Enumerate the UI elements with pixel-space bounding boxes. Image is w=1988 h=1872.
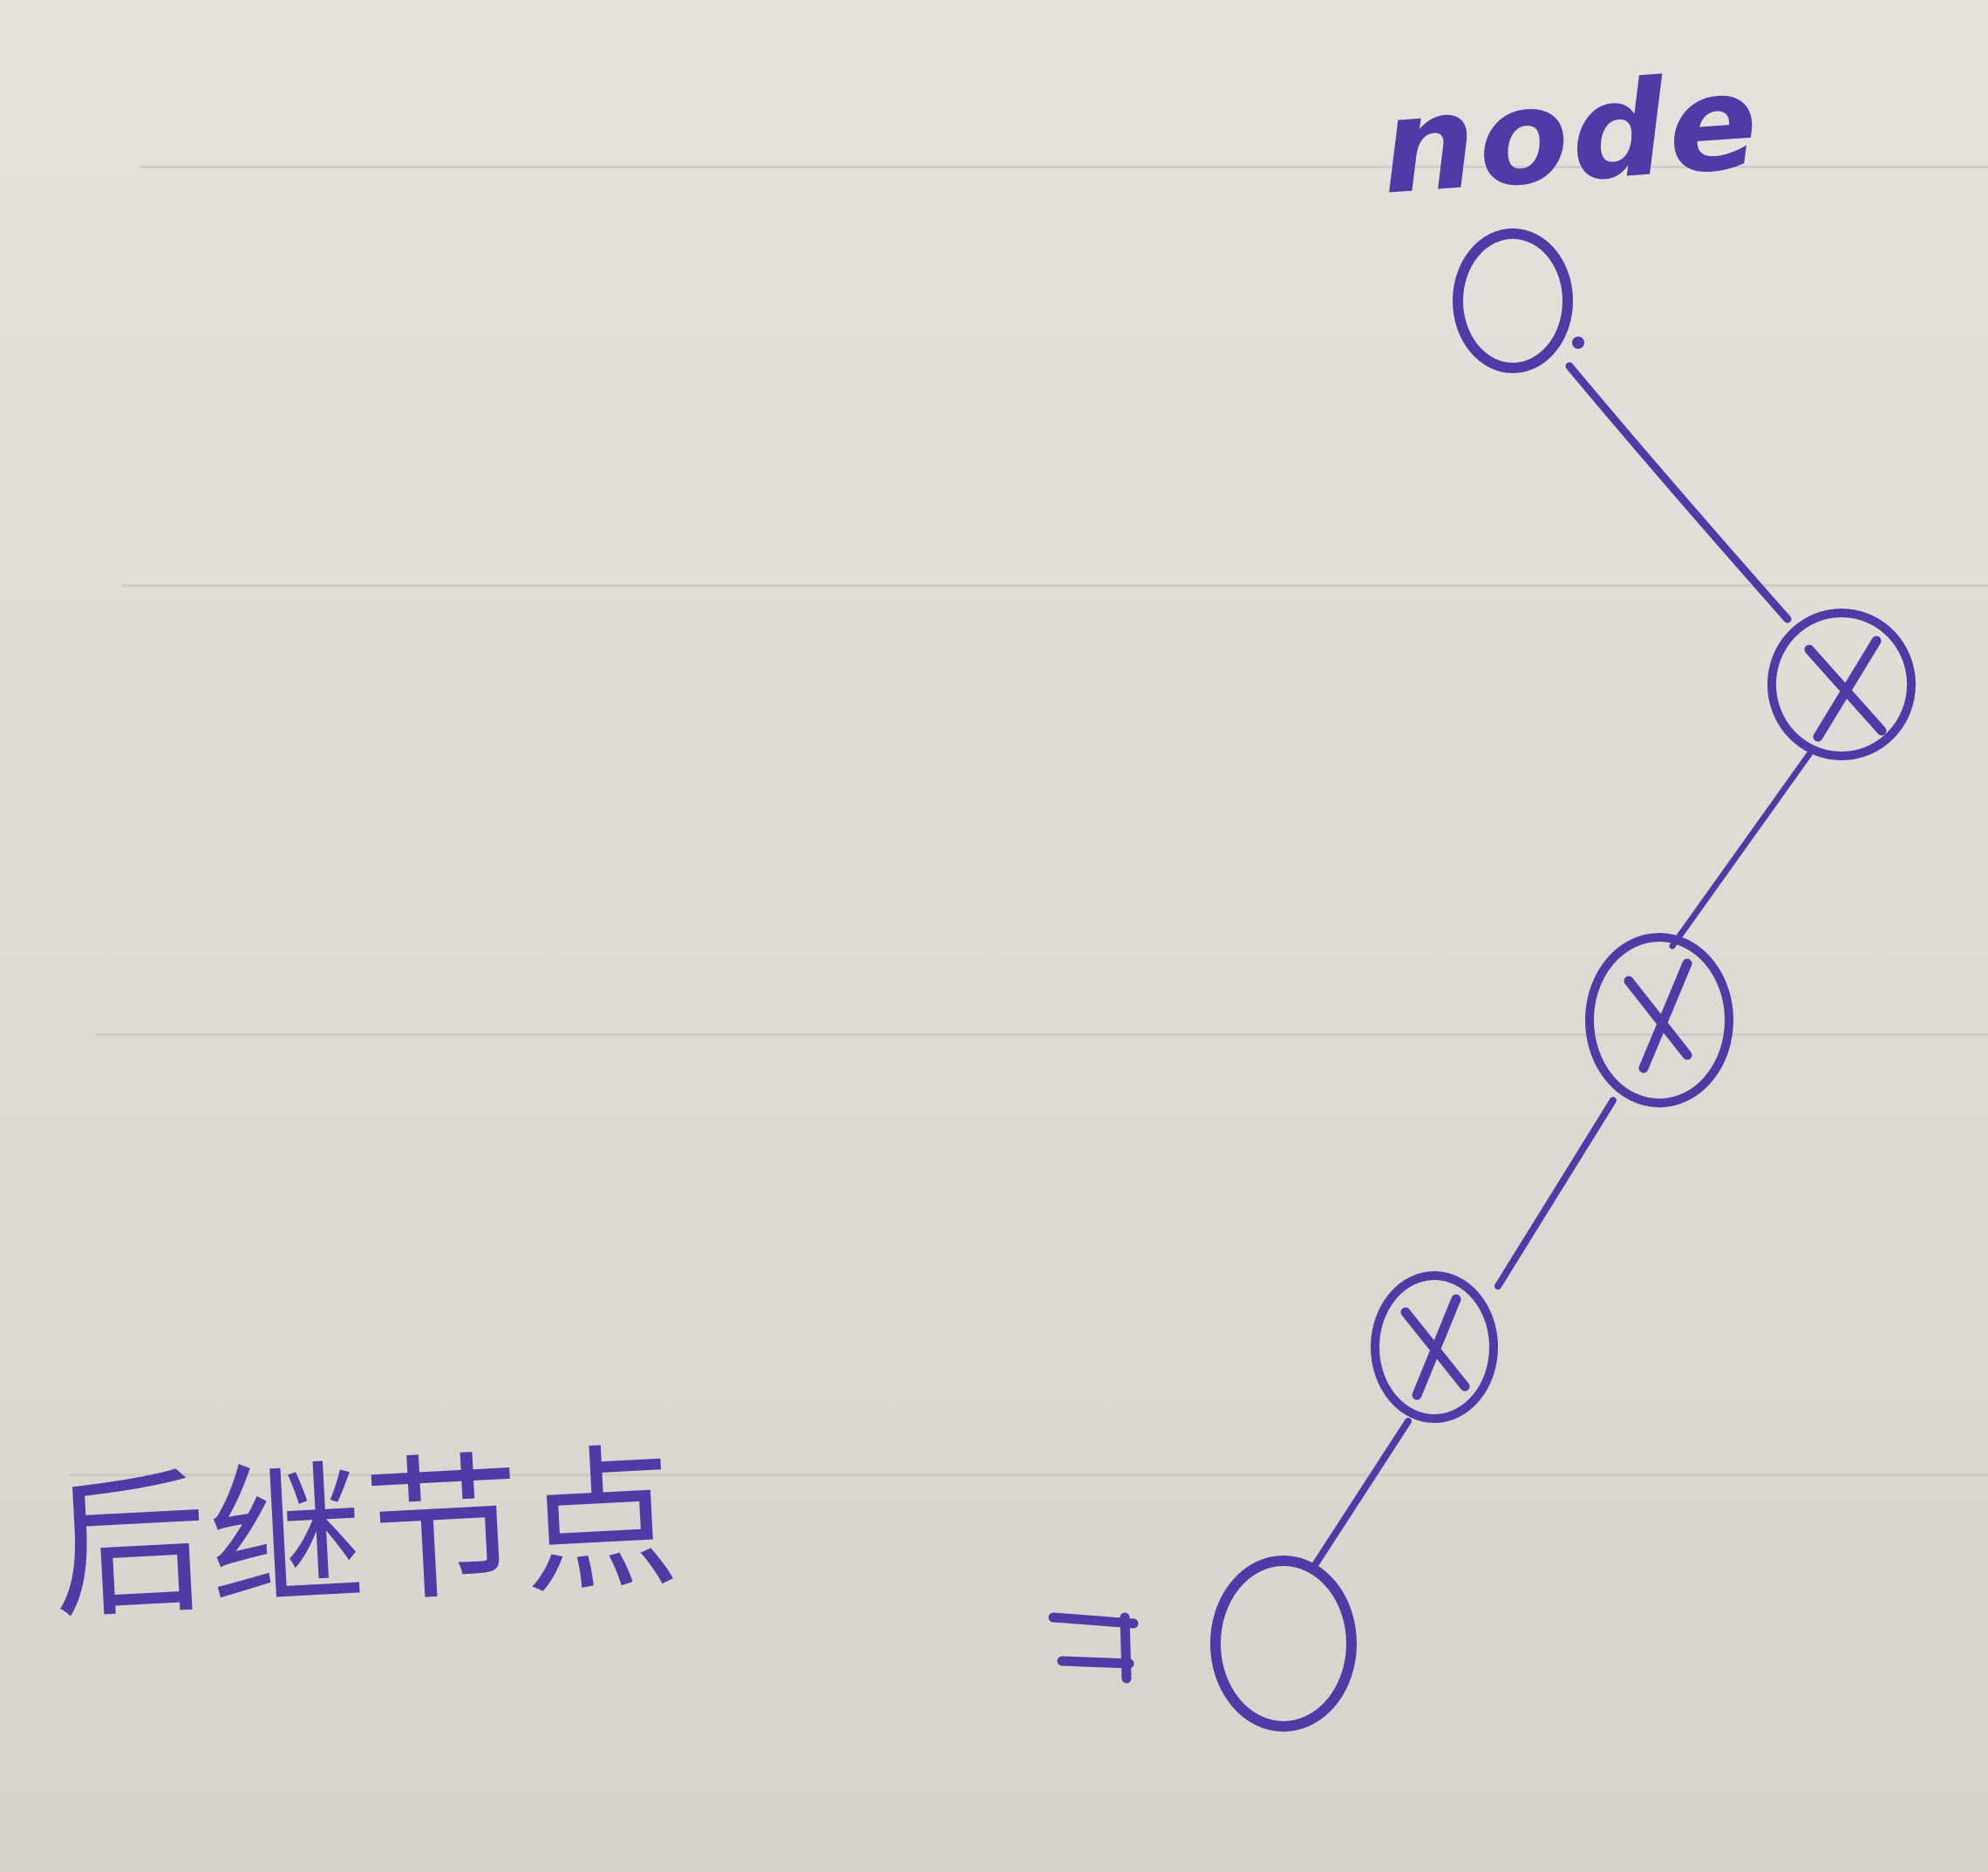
x-mark-icon (1400, 1294, 1470, 1400)
tree-path-diagram (1048, 228, 1916, 1732)
x-mark-icon (1624, 958, 1692, 1073)
edge-x1-to-x2 (1669, 751, 1813, 950)
edge-node-to-x1 (1565, 362, 1792, 623)
x-mark-icon (1804, 636, 1887, 742)
edge-x3-to-successor (1311, 1418, 1412, 1569)
notebook-paper: node 后继节点 (0, 0, 1988, 1872)
node-circle (1453, 228, 1573, 373)
successor-node-circle (1210, 1555, 1357, 1732)
edge-x2-to-x3 (1494, 1097, 1617, 1290)
marked-node-x2 (1585, 933, 1733, 1107)
pointer-arrow-icon (1048, 1612, 1139, 1684)
marked-node-x1 (1767, 609, 1916, 760)
ink-dot (1572, 337, 1584, 349)
marked-node-x3 (1371, 1271, 1498, 1423)
